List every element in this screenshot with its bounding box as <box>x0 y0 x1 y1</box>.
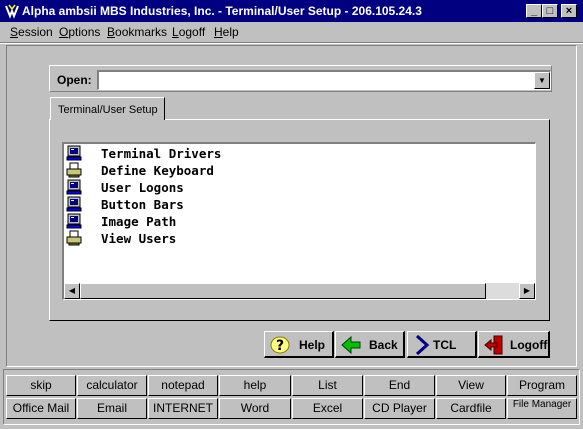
menu-session[interactable]: Session <box>10 25 53 39</box>
scrollbar-thumb[interactable] <box>80 283 486 299</box>
tcl-button[interactable]: TCL <box>407 331 477 358</box>
shortcut-list[interactable]: List <box>292 375 363 396</box>
maximize-button[interactable]: □ <box>542 4 558 18</box>
shortcut-help[interactable]: help <box>219 375 291 396</box>
list-item-label: Button Bars <box>101 197 184 212</box>
list-item-label: Define Keyboard <box>101 163 214 178</box>
app-icon[interactable] <box>4 3 20 19</box>
shortcut-excel[interactable]: Excel <box>292 398 363 419</box>
menu-help-label: elp <box>222 25 239 39</box>
shortcut-email[interactable]: Email <box>77 398 147 419</box>
open-label: Open: <box>57 73 92 87</box>
minimize-button[interactable]: _ <box>526 4 542 18</box>
shortcut-notepad[interactable]: notepad <box>148 375 218 396</box>
printer-icon <box>66 162 82 178</box>
menu-bookmarks-label: ookmarks <box>115 25 168 39</box>
shortcut-file-manager[interactable]: File Manager <box>507 398 577 419</box>
shortcut-internet[interactable]: INTERNET <box>148 398 218 419</box>
arrow-left-icon <box>341 335 361 355</box>
shortcut-office-mail[interactable]: Office Mail <box>6 398 76 419</box>
menu-options[interactable]: Options <box>59 25 100 39</box>
back-button-label: Back <box>369 338 398 352</box>
list-item-label: User Logons <box>101 180 184 195</box>
scroll-right-icon[interactable]: ▶ <box>519 283 535 299</box>
list-item-label: Image Path <box>101 214 177 229</box>
open-combobox[interactable]: ▼ <box>97 70 551 90</box>
list-item[interactable]: Image Path <box>66 213 526 230</box>
help-button-label: Help <box>299 338 326 352</box>
window-title: Alpha ambsii MBS Industries, Inc. - Term… <box>22 4 422 18</box>
logoff-button[interactable]: Logoff <box>478 331 550 358</box>
chevron-down-icon[interactable]: ▼ <box>534 72 550 89</box>
shortcut-word[interactable]: Word <box>219 398 291 419</box>
setup-listbox[interactable]: Terminal Drivers Define Keyboard User Lo… <box>62 142 536 300</box>
chevron-right-icon <box>415 334 430 356</box>
title-bar: Alpha ambsii MBS Industries, Inc. - Term… <box>0 0 583 22</box>
list-item[interactable]: View Users <box>66 230 526 247</box>
list-item-label: Terminal Drivers <box>101 146 222 161</box>
logoff-button-label: Logoff <box>510 338 548 352</box>
menu-help-mnemonic: H <box>214 25 223 39</box>
terminal-icon <box>66 196 82 212</box>
shortcut-view[interactable]: View <box>436 375 506 396</box>
shortcut-program[interactable]: Program <box>507 375 577 396</box>
menu-bar: Session Options Bookmarks Logoff Help <box>0 22 583 42</box>
shortcut-cardfile[interactable]: Cardfile <box>436 398 506 419</box>
menu-logoff-label: ogoff <box>178 25 206 39</box>
terminal-icon <box>66 145 82 161</box>
question-mark-icon: ? <box>270 336 290 354</box>
terminal-icon <box>66 179 82 195</box>
help-button[interactable]: ? Help <box>264 331 334 358</box>
menu-logoff[interactable]: Logoff <box>172 25 205 39</box>
terminal-icon <box>66 213 82 229</box>
menu-bookmarks-mnemonic: B <box>107 25 116 39</box>
menu-logoff-mnemonic: L <box>172 25 179 39</box>
list-item[interactable]: Terminal Drivers <box>66 145 526 162</box>
scroll-left-icon[interactable]: ◀ <box>64 283 80 299</box>
menu-options-mnemonic: O <box>59 25 69 39</box>
menu-session-label: ession <box>18 25 53 39</box>
list-item[interactable]: User Logons <box>66 179 526 196</box>
back-button[interactable]: Back <box>335 331 405 358</box>
list-item[interactable]: Define Keyboard <box>66 162 526 179</box>
shortcut-skip[interactable]: skip <box>6 375 76 396</box>
exit-door-icon <box>484 335 503 355</box>
menu-session-mnemonic: S <box>10 25 19 39</box>
menu-help[interactable]: Help <box>214 25 239 39</box>
shortcut-cd-player[interactable]: CD Player <box>364 398 435 419</box>
shortcut-end[interactable]: End <box>364 375 435 396</box>
menu-separator <box>0 42 583 44</box>
close-button[interactable]: × <box>561 4 577 18</box>
list-item[interactable]: Button Bars <box>66 196 526 213</box>
list-item-label: View Users <box>101 231 177 246</box>
menu-options-label: ptions <box>68 25 101 39</box>
menu-bookmarks[interactable]: Bookmarks <box>107 25 167 39</box>
svg-text:?: ? <box>276 338 284 354</box>
horizontal-scrollbar[interactable]: ◀ ▶ <box>64 283 535 299</box>
tcl-button-label: TCL <box>433 338 457 352</box>
shortcut-calculator[interactable]: calculator <box>77 375 147 396</box>
printer-icon <box>66 230 82 246</box>
tab-terminal-user-setup[interactable]: Terminal/User Setup <box>50 97 165 120</box>
